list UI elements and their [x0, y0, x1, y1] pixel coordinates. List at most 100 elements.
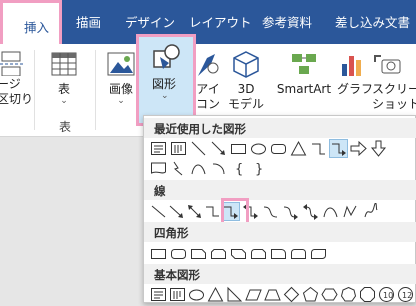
diamond-icon[interactable]: [283, 286, 300, 303]
text-box-icon[interactable]: [150, 140, 167, 157]
triangle-icon[interactable]: [290, 140, 307, 157]
svg-text:}: }: [255, 162, 263, 177]
section-basic-shapes: 基本図形: [144, 264, 416, 284]
page-break-button[interactable]: ージ 区切り: [0, 50, 34, 110]
screenshot-button[interactable]: スクリーン ショット: [372, 50, 416, 112]
shapes-button[interactable]: 図形 ⌄: [136, 34, 196, 126]
lines-row: [150, 201, 412, 223]
section-lines: 線: [144, 180, 416, 200]
tab-insert[interactable]: 挿入: [0, 0, 62, 46]
rounded-rectangle-icon[interactable]: [270, 140, 287, 157]
parallelogram-icon[interactable]: [245, 286, 262, 303]
3d-models-button[interactable]: 3D モデル: [228, 50, 264, 112]
screenshot-label: スクリーン ショット: [372, 82, 416, 111]
recent-shapes-row: { }: [150, 158, 412, 180]
arc-icon[interactable]: [210, 160, 227, 177]
chevron-down-icon: ⌄: [161, 91, 169, 101]
chevron-down-icon: ⌄: [60, 96, 68, 106]
image-icon: [107, 52, 135, 76]
curve-icon[interactable]: [190, 160, 207, 177]
group-separator: [34, 50, 35, 130]
rounded-rectangle-icon[interactable]: [170, 245, 187, 262]
round-single-corner-rectangle-icon[interactable]: [270, 245, 287, 262]
lightning-icon[interactable]: [170, 160, 187, 177]
right-arrow-icon[interactable]: [350, 140, 367, 157]
tab-draw[interactable]: 描画: [76, 12, 101, 31]
snip-single-corner-rectangle-icon[interactable]: [190, 245, 207, 262]
tab-mailings[interactable]: 差し込み文書: [335, 12, 410, 31]
arrow-line-icon[interactable]: [168, 203, 185, 220]
vertical-text-box-icon[interactable]: [169, 286, 186, 303]
camera-icon: [374, 55, 401, 74]
oval-icon[interactable]: [188, 286, 205, 303]
pentagon-icon[interactable]: [302, 286, 319, 303]
bar-chart-icon: [342, 56, 361, 76]
round-diagonal-rectangle-icon[interactable]: [310, 245, 327, 262]
chart-label: グラフ: [337, 82, 374, 96]
rectangle-icon[interactable]: [150, 245, 167, 262]
right-triangle-icon[interactable]: [226, 286, 243, 303]
page-break-icon: [0, 51, 24, 77]
recent-shapes-row: [150, 138, 412, 160]
flowchart-document-icon[interactable]: [150, 160, 167, 177]
section-rectangles: 四角形: [144, 222, 416, 242]
tab-layout[interactable]: レイアウト: [189, 12, 252, 31]
dodecagon-icon[interactable]: 12: [397, 286, 414, 303]
elbow-connector-icon[interactable]: [310, 140, 327, 157]
curve-icon[interactable]: [322, 203, 339, 220]
document-area[interactable]: [0, 137, 140, 303]
table-label: 表: [57, 82, 70, 96]
page-break-label: ージ 区切り: [0, 77, 34, 106]
section-recent-shapes: 最近使用した図形: [144, 118, 416, 138]
elbow-connector-icon[interactable]: [204, 203, 221, 220]
icons-button[interactable]: アイ コン: [195, 50, 221, 112]
table-button[interactable]: 表 ⌄: [48, 50, 80, 106]
chart-button[interactable]: グラフ: [337, 50, 374, 97]
smartart-label: SmartArt: [276, 82, 332, 96]
svg-text:{: {: [235, 162, 243, 177]
elbow-arrow-connector-icon[interactable]: [329, 139, 348, 158]
text-box-icon[interactable]: [150, 286, 167, 303]
curved-connector-icon[interactable]: [262, 203, 279, 220]
3d-models-label: 3D モデル: [228, 82, 265, 111]
heptagon-icon[interactable]: [340, 286, 357, 303]
line-icon[interactable]: [190, 140, 207, 157]
icons-label: アイ コン: [195, 82, 220, 111]
snip-diagonal-rectangle-icon[interactable]: [230, 245, 247, 262]
right-brace-icon[interactable]: }: [250, 160, 267, 177]
ribbon-tab-bar: 挿入 描画 デザイン レイアウト 参考資料 差し込み文書: [0, 0, 416, 46]
curved-double-arrow-icon[interactable]: [302, 203, 319, 220]
shapes-icon: [153, 44, 180, 69]
double-arrow-line-icon[interactable]: [186, 203, 203, 220]
tab-references[interactable]: 参考資料: [262, 12, 312, 31]
arrow-line-icon[interactable]: [210, 140, 227, 157]
trapezoid-icon[interactable]: [264, 286, 281, 303]
round-same-side-rectangle-icon[interactable]: [290, 245, 307, 262]
shapes-label: 図形: [152, 77, 177, 91]
smartart-icon: [292, 54, 316, 74]
tab-insert-label: 挿入: [24, 20, 50, 35]
octagon-icon[interactable]: [359, 286, 376, 303]
smartart-button[interactable]: SmartArt: [274, 50, 334, 97]
snip-round-rectangle-icon[interactable]: [250, 245, 267, 262]
left-brace-icon[interactable]: {: [230, 160, 247, 177]
vertical-text-box-icon[interactable]: [170, 140, 187, 157]
rectangles-row: [150, 243, 412, 265]
hexagon-icon[interactable]: [321, 286, 338, 303]
freeform-icon[interactable]: [342, 203, 359, 220]
curved-arrow-connector-icon[interactable]: [282, 203, 299, 220]
rectangle-icon[interactable]: [230, 140, 247, 157]
down-arrow-icon[interactable]: [370, 140, 387, 157]
line-icon[interactable]: [150, 203, 167, 220]
oval-icon[interactable]: [250, 140, 267, 157]
chevron-down-icon: ⌄: [117, 96, 125, 106]
scribble-icon[interactable]: [362, 203, 379, 220]
tab-design[interactable]: デザイン: [125, 12, 175, 31]
cube-icon: [233, 51, 259, 78]
decagon-icon[interactable]: 10: [378, 286, 395, 303]
triangle-icon[interactable]: [207, 286, 224, 303]
svg-text:12: 12: [402, 291, 412, 300]
image-button[interactable]: 画像 ⌄: [104, 50, 138, 106]
snip-same-side-rectangle-icon[interactable]: [210, 245, 227, 262]
image-label: 画像: [108, 82, 133, 96]
